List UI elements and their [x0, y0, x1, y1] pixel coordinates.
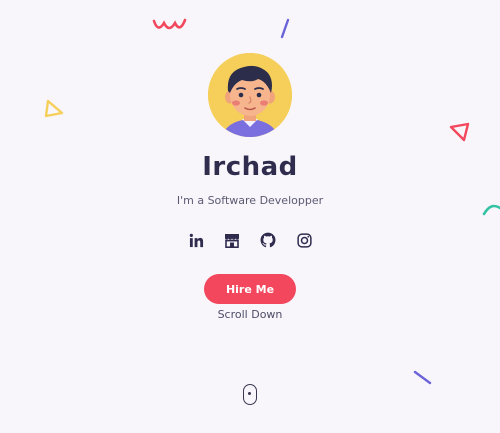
line-decoration-top	[280, 18, 290, 39]
profile-name: Irchad	[202, 152, 298, 182]
home-section: Irchad I'm a Software Developper Hire Me…	[0, 0, 500, 433]
triangle-decoration-yellow	[44, 99, 64, 118]
hire-me-button[interactable]: Hire Me	[204, 274, 296, 304]
profile-subtitle: I'm a Software Developper	[176, 194, 324, 207]
social-links	[0, 231, 500, 249]
mouse-scroll-icon[interactable]	[243, 384, 257, 405]
github-link[interactable]	[259, 231, 277, 249]
github-icon	[260, 232, 276, 248]
store-link[interactable]	[223, 231, 241, 249]
instagram-icon	[296, 232, 312, 248]
avatar-illustration	[208, 53, 292, 137]
avatar	[208, 53, 292, 137]
linkedin-link[interactable]	[187, 231, 205, 249]
linkedin-icon	[189, 233, 203, 247]
line-decoration-bottom	[413, 370, 432, 385]
squiggle-decoration	[152, 18, 187, 30]
mouse-wheel-icon	[248, 392, 251, 395]
scroll-down-label[interactable]: Scroll Down	[0, 307, 500, 323]
store-icon	[225, 233, 239, 248]
instagram-link[interactable]	[295, 231, 313, 249]
triangle-decoration-red	[449, 122, 470, 142]
